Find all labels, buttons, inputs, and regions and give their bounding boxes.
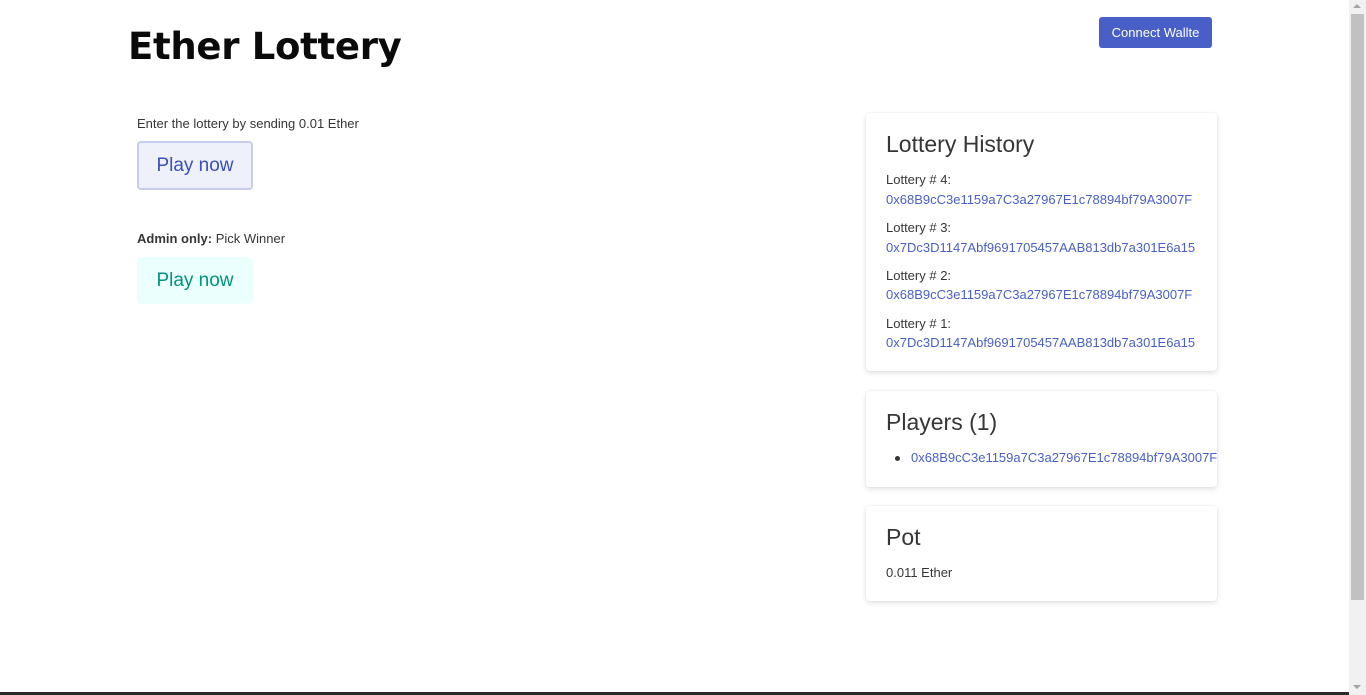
admin-only-label: Admin only:	[137, 231, 213, 246]
admin-label: Admin only: Pick Winner	[137, 230, 285, 247]
player-address[interactable]: 0x68B9cC3e1159a7C3a27967E1c78894bf79A300…	[911, 450, 1217, 466]
scroll-down-arrow-icon[interactable]	[1353, 685, 1361, 689]
pot-card: Pot 0.011 Ether	[866, 506, 1217, 601]
pick-winner-label: Pick Winner	[212, 231, 286, 246]
pot-value: 0.011 Ether	[886, 565, 953, 580]
players-title: Players (1)	[886, 409, 998, 435]
history-entry-address[interactable]: 0x7Dc3D1147Abf9691705457AAB813db7a301E6a…	[886, 240, 1195, 256]
connect-wallet-button[interactable]: Connect Wallte	[1099, 17, 1212, 48]
history-entry-label: Lottery # 4:	[886, 172, 952, 187]
list-bullet	[895, 456, 900, 461]
play-now-button[interactable]: Play now	[137, 141, 253, 190]
history-entry-address[interactable]: 0x68B9cC3e1159a7C3a27967E1c78894bf79A300…	[886, 192, 1192, 208]
players-card: Players (1) 0x68B9cC3e1159a7C3a27967E1c7…	[866, 391, 1217, 487]
scrollbar-thumb[interactable]	[1351, 14, 1364, 600]
enter-instructions: Enter the lottery by sending 0.01 Ether	[137, 116, 359, 131]
history-entry-label: Lottery # 1:	[886, 316, 952, 331]
lottery-history-title: Lottery History	[886, 131, 1035, 157]
history-entry-address[interactable]: 0x68B9cC3e1159a7C3a27967E1c78894bf79A300…	[886, 287, 1192, 303]
page: Ether Lottery Connect Wallte Enter the l…	[0, 0, 1366, 695]
pot-title: Pot	[886, 524, 921, 550]
pick-winner-button[interactable]: Play now	[137, 257, 253, 304]
app-title: Ether Lottery	[128, 25, 402, 68]
vertical-scrollbar[interactable]	[1349, 0, 1366, 695]
history-entry-label: Lottery # 3:	[886, 220, 952, 235]
scroll-up-arrow-icon[interactable]	[1353, 4, 1361, 8]
history-entry-label: Lottery # 2:	[886, 268, 952, 283]
lottery-history-card: Lottery History Lottery # 4: 0x68B9cC3e1…	[866, 113, 1217, 371]
history-entry-address[interactable]: 0x7Dc3D1147Abf9691705457AAB813db7a301E6a…	[886, 335, 1195, 351]
